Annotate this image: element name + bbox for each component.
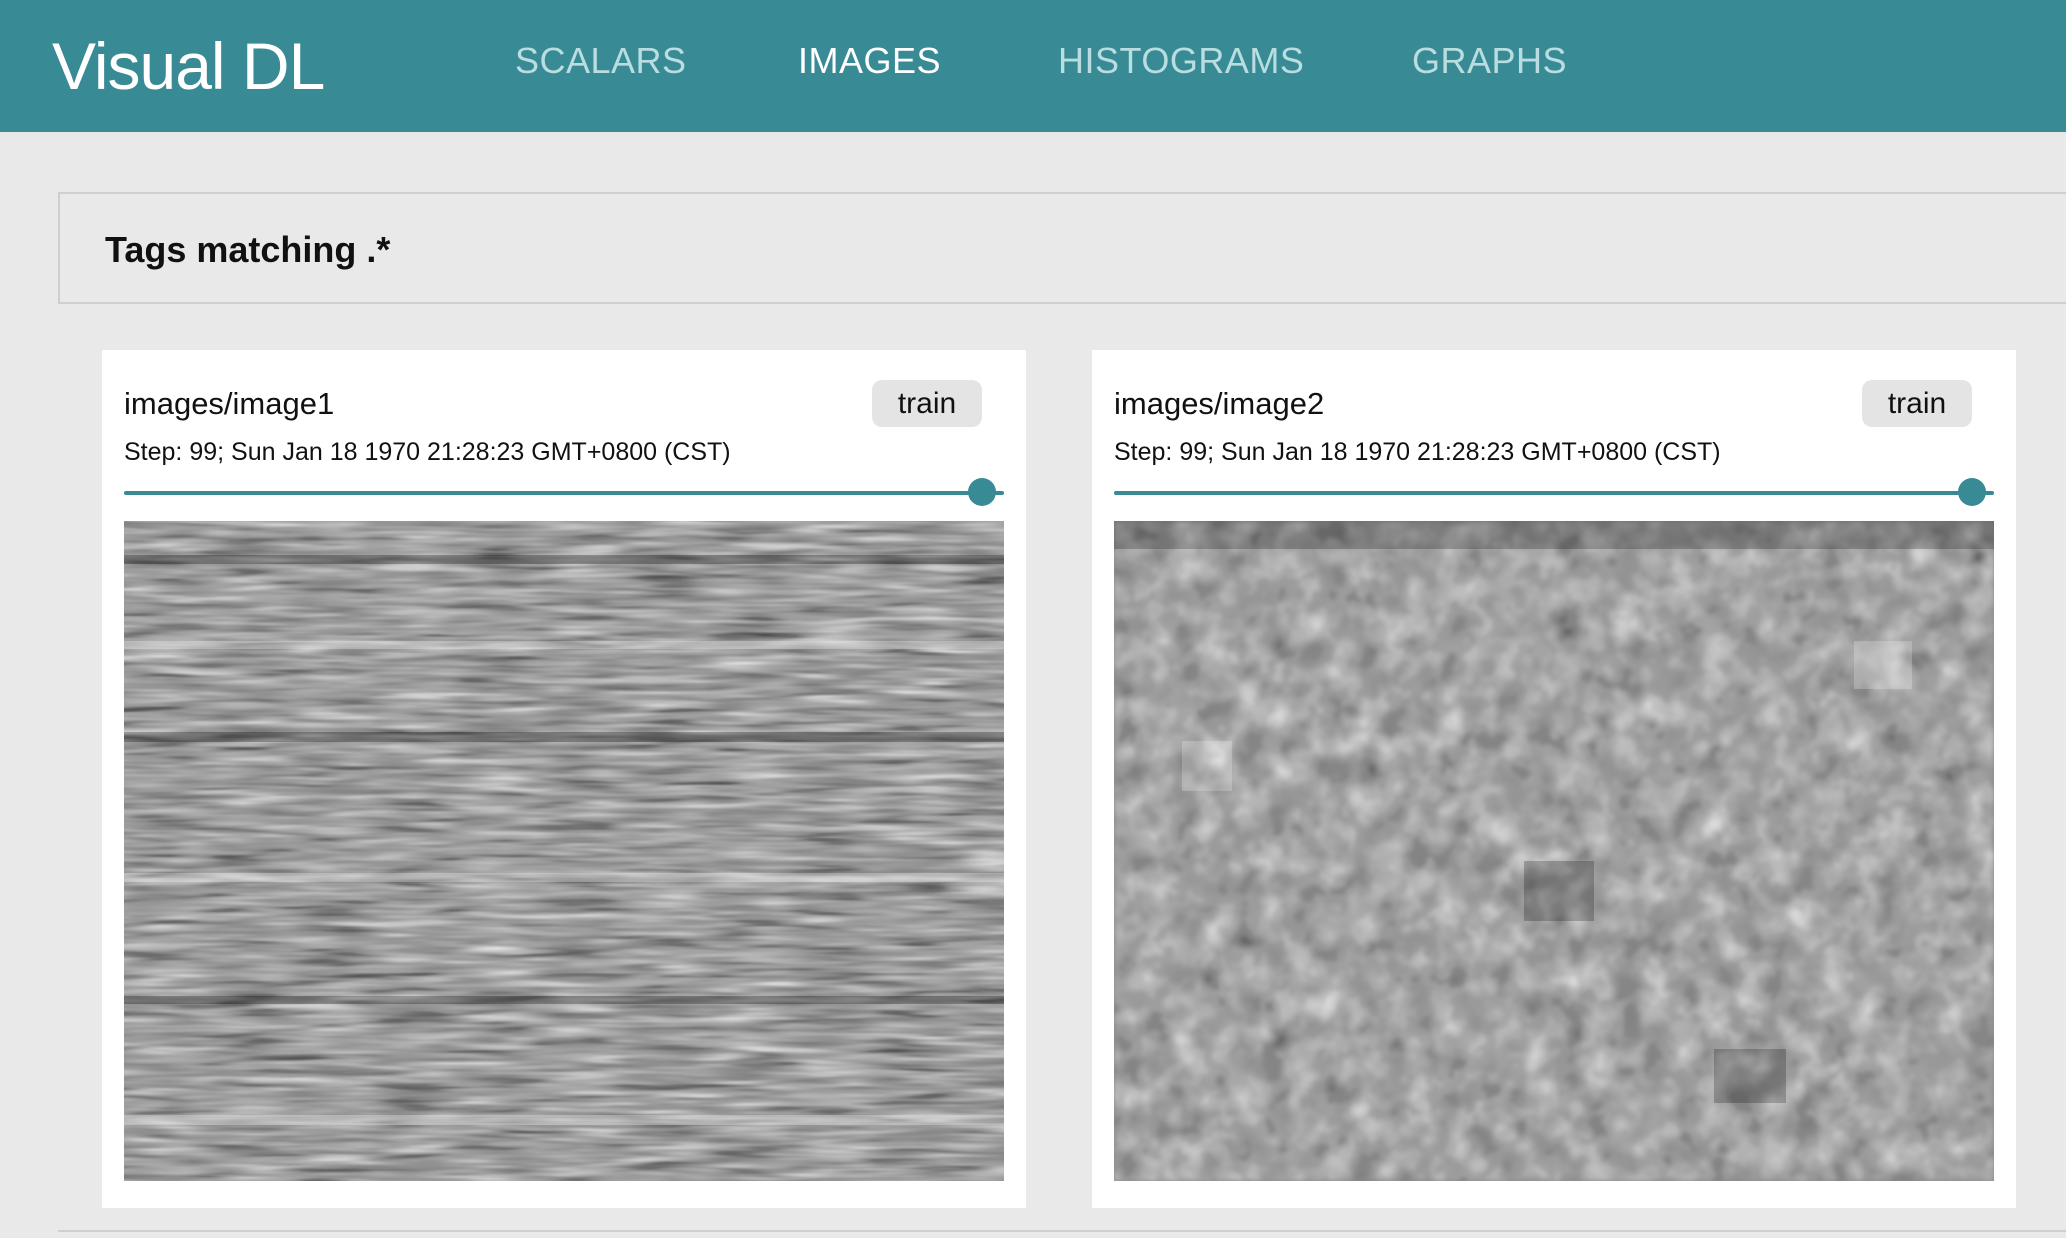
step-slider-thumb-icon[interactable] xyxy=(1958,478,1986,506)
image-card-image2: images/image2 train Step: 99; Sun Jan 18… xyxy=(1092,350,2016,1208)
lower-panel-divider xyxy=(58,1230,2066,1232)
step-timestamp-text: Step: 99; Sun Jan 18 1970 21:28:23 GMT+0… xyxy=(124,438,731,466)
image-preview-frame xyxy=(1114,521,1994,1181)
step-slider-track[interactable] xyxy=(1114,491,1994,495)
noise-image-horizontal xyxy=(124,521,1004,1181)
run-badge-train[interactable]: train xyxy=(872,380,982,427)
nav-tab-graphs[interactable]: GRAPHS xyxy=(1412,38,1567,84)
nav-tab-images[interactable]: IMAGES xyxy=(798,38,941,84)
nav-tab-histograms[interactable]: HISTOGRAMS xyxy=(1058,38,1304,84)
image-tag-title: images/image2 xyxy=(1114,386,1325,421)
image-tag-title: images/image1 xyxy=(124,386,335,421)
step-slider-thumb-icon[interactable] xyxy=(968,478,996,506)
nav-tab-scalars[interactable]: SCALARS xyxy=(515,38,687,84)
step-slider-track[interactable] xyxy=(124,491,1004,495)
step-timestamp-text: Step: 99; Sun Jan 18 1970 21:28:23 GMT+0… xyxy=(1114,438,1721,466)
visualdl-logo-text[interactable]: Visual DL xyxy=(52,26,325,106)
tags-filter-panel: Tags matching .* xyxy=(58,192,2066,304)
noise-image-blocky xyxy=(1114,521,1994,1181)
top-navigation-bar: Visual DL SCALARS IMAGES HISTOGRAMS GRAP… xyxy=(0,0,2066,132)
image-preview-frame xyxy=(124,521,1004,1181)
image-card-image1: images/image1 train Step: 99; Sun Jan 18… xyxy=(102,350,1026,1208)
tags-matching-title: Tags matching .* xyxy=(105,229,391,270)
run-badge-train[interactable]: train xyxy=(1862,380,1972,427)
